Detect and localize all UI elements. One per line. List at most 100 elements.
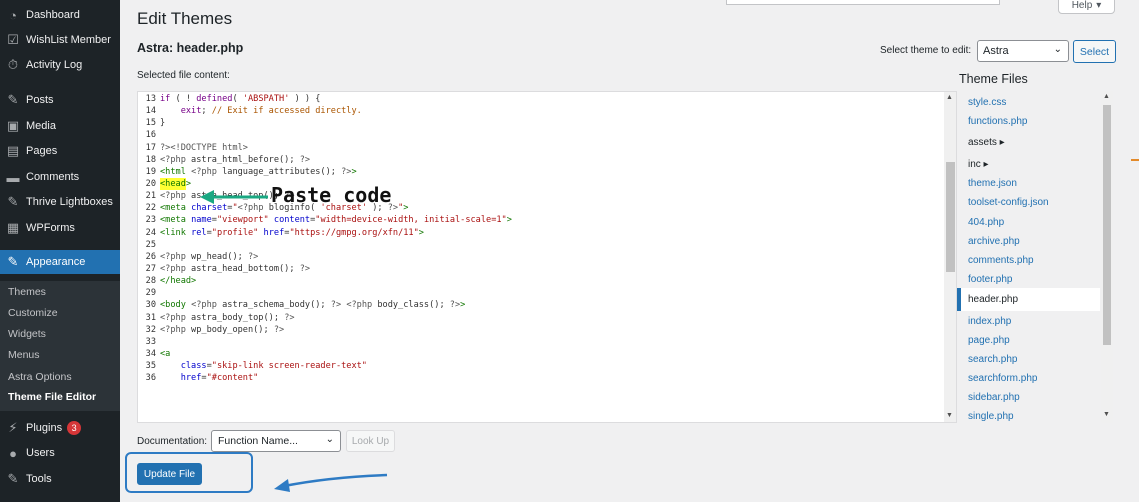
file-item[interactable]: index.php: [957, 311, 1100, 332]
file-item[interactable]: footer.php: [957, 269, 1100, 290]
update-file-button[interactable]: Update File: [137, 463, 202, 485]
code-line[interactable]: 17 ?><!DOCTYPE html>: [138, 142, 944, 154]
scroll-up-icon[interactable]: ▲: [946, 94, 953, 101]
file-item[interactable]: single.php: [957, 406, 1100, 427]
file-item[interactable]: theme.json: [957, 173, 1100, 194]
code-token: "https://gmpg.org/xfn/11": [289, 227, 419, 238]
code-line[interactable]: 18 <?php astra_html_before(); ?>: [138, 154, 944, 166]
code-editor[interactable]: 13 if ( ! defined( 'ABSPATH' ) ) {14 exit…: [137, 91, 957, 423]
file-item[interactable]: archive.php: [957, 231, 1100, 252]
code-line[interactable]: 24 <link rel = "profile" href = "https://gmpg…: [138, 227, 944, 239]
submenu-item-menus[interactable]: Menus: [8, 349, 40, 361]
code-line[interactable]: 30 <body <?php astra_schema_body(); ?> <?…: [138, 299, 944, 311]
line-number: 30: [145, 300, 156, 311]
code-token: href: [180, 373, 202, 384]
code-token: // Exit if accessed directly.: [211, 106, 362, 117]
line-number: 35: [145, 361, 156, 372]
file-item[interactable]: header.php: [957, 288, 1100, 311]
editor-scrollbar[interactable]: ▲ ▼: [944, 92, 956, 422]
sidebar-item-label: Comments: [26, 171, 80, 183]
code-line[interactable]: 25: [138, 239, 944, 251]
file-item[interactable]: functions.php: [957, 111, 1100, 132]
file-item[interactable]: sidebar.php: [957, 387, 1100, 408]
folder-item[interactable]: inc ▸: [957, 154, 1100, 175]
code-token: wp_head();: [185, 251, 248, 262]
sidebar-item-wpforms[interactable]: ▦ WPForms: [0, 216, 120, 240]
code-token: "#content": [206, 373, 259, 384]
sidebar-item-appearance[interactable]: ✎ Appearance: [0, 250, 120, 274]
file-item[interactable]: toolset-config.json: [957, 192, 1100, 213]
folder-item[interactable]: assets ▸: [957, 132, 1100, 153]
select-button[interactable]: Select: [1073, 40, 1116, 63]
sidebar-item-media[interactable]: ▣ Media: [0, 114, 120, 138]
help-button[interactable]: Help ▾: [1058, 0, 1115, 14]
line-number: 18: [145, 154, 156, 165]
code-line[interactable]: 28 </head>: [138, 275, 944, 287]
code-line[interactable]: 14 exit; // Exit if accessed directly.: [138, 105, 944, 117]
code-token: 'ABSPATH': [242, 94, 290, 104]
line-number: 33: [145, 336, 156, 347]
annotation-paste-code: Paste code: [271, 183, 392, 207]
look-up-button[interactable]: Look Up: [346, 430, 395, 452]
code-line[interactable]: 15}: [138, 117, 944, 129]
sidebar-item-tools[interactable]: ✎ Tools: [0, 467, 120, 491]
scroll-down-icon[interactable]: ▼: [1103, 411, 1110, 418]
code-token: defined: [196, 94, 233, 104]
code-line[interactable]: 19 <html <?php language_attributes(); ?> >: [138, 166, 944, 178]
plugins-icon: ⚡: [8, 420, 18, 435]
sidebar-item-posts[interactable]: ✎ Posts: [0, 88, 120, 112]
line-number: 24: [145, 227, 156, 238]
code-line[interactable]: 23 <meta name = "viewport" content = "width=d…: [138, 214, 944, 226]
code-line[interactable]: 35 class = "skip-link screen-reader-text": [138, 360, 944, 372]
sidebar-item-dashboard[interactable]: ◔ Dashboard: [0, 3, 120, 27]
code-line[interactable]: 31 <?php astra_body_top(); ?>: [138, 312, 944, 324]
file-item[interactable]: page.php: [957, 330, 1100, 351]
file-list-scroll-thumb[interactable]: [1103, 105, 1111, 345]
code-line[interactable]: 36 href = "#content": [138, 372, 944, 384]
submenu-item-astra-options[interactable]: Astra Options: [8, 371, 72, 383]
appearance-icon: ✎: [7, 254, 19, 269]
code-lines[interactable]: 13 if ( ! defined( 'ABSPATH' ) ) {14 exit…: [138, 93, 944, 384]
submenu-item-theme-file-editor[interactable]: Theme File Editor: [8, 391, 96, 403]
code-line[interactable]: 32 <?php wp_body_open(); ?>: [138, 324, 944, 336]
code-line[interactable]: 13 if ( ! defined( 'ABSPATH' ) ) {: [138, 93, 944, 105]
code-line[interactable]: 29: [138, 287, 944, 299]
sidebar-item-wishlist-member[interactable]: ☑ WishList Member: [0, 28, 120, 52]
sidebar-item-activity-log[interactable]: ⏱ Activity Log: [0, 53, 120, 77]
sidebar-item-pages[interactable]: ▤ Pages: [0, 139, 120, 163]
file-list-scrollbar[interactable]: ▲ ▼: [1101, 91, 1113, 423]
sidebar-item-label: Plugins: [26, 422, 63, 434]
submenu-item-customize[interactable]: Customize: [8, 307, 58, 319]
code-line[interactable]: 34 <a: [138, 348, 944, 360]
submenu-item-themes[interactable]: Themes: [8, 286, 46, 298]
submenu-item-widgets[interactable]: Widgets: [8, 328, 46, 340]
code-token: <meta: [160, 203, 186, 214]
sidebar-item-label: Tools: [26, 473, 52, 485]
code-token: <?php: [160, 251, 186, 262]
code-line[interactable]: 27 <?php astra_head_bottom(); ?>: [138, 263, 944, 275]
selected-file-label: Selected file content:: [137, 70, 230, 81]
code-token: <?php: [191, 300, 217, 311]
code-token: ?>: [273, 324, 285, 335]
code-line[interactable]: 26 <?php wp_head(); ?>: [138, 251, 944, 263]
code-line[interactable]: 33: [138, 336, 944, 348]
sidebar-item-thrive-lightboxes[interactable]: ✎ Thrive Lightboxes: [0, 190, 120, 214]
sidebar-item-label: Users: [26, 447, 55, 459]
code-token: astra_body_top();: [185, 312, 285, 323]
sidebar-item-comments[interactable]: ▬ Comments: [0, 165, 120, 189]
sidebar-item-users[interactable]: ● Users: [0, 441, 120, 465]
editor-scroll-thumb[interactable]: [946, 162, 955, 272]
code-line[interactable]: 16: [138, 129, 944, 141]
theme-select[interactable]: Astra ⌄: [977, 40, 1069, 62]
sidebar-item-plugins[interactable]: ⚡ Plugins 3: [0, 416, 120, 440]
file-item[interactable]: 404.php: [957, 212, 1100, 233]
file-item[interactable]: search.php: [957, 349, 1100, 370]
sidebar-item-label: Appearance: [26, 256, 86, 268]
function-name-select[interactable]: Function Name... ⌄: [211, 430, 341, 452]
scroll-down-icon[interactable]: ▼: [946, 412, 953, 419]
file-item[interactable]: searchform.php: [957, 368, 1100, 389]
scroll-up-icon[interactable]: ▲: [1103, 93, 1110, 100]
file-item[interactable]: comments.php: [957, 250, 1100, 271]
file-item[interactable]: style.css: [957, 92, 1100, 113]
